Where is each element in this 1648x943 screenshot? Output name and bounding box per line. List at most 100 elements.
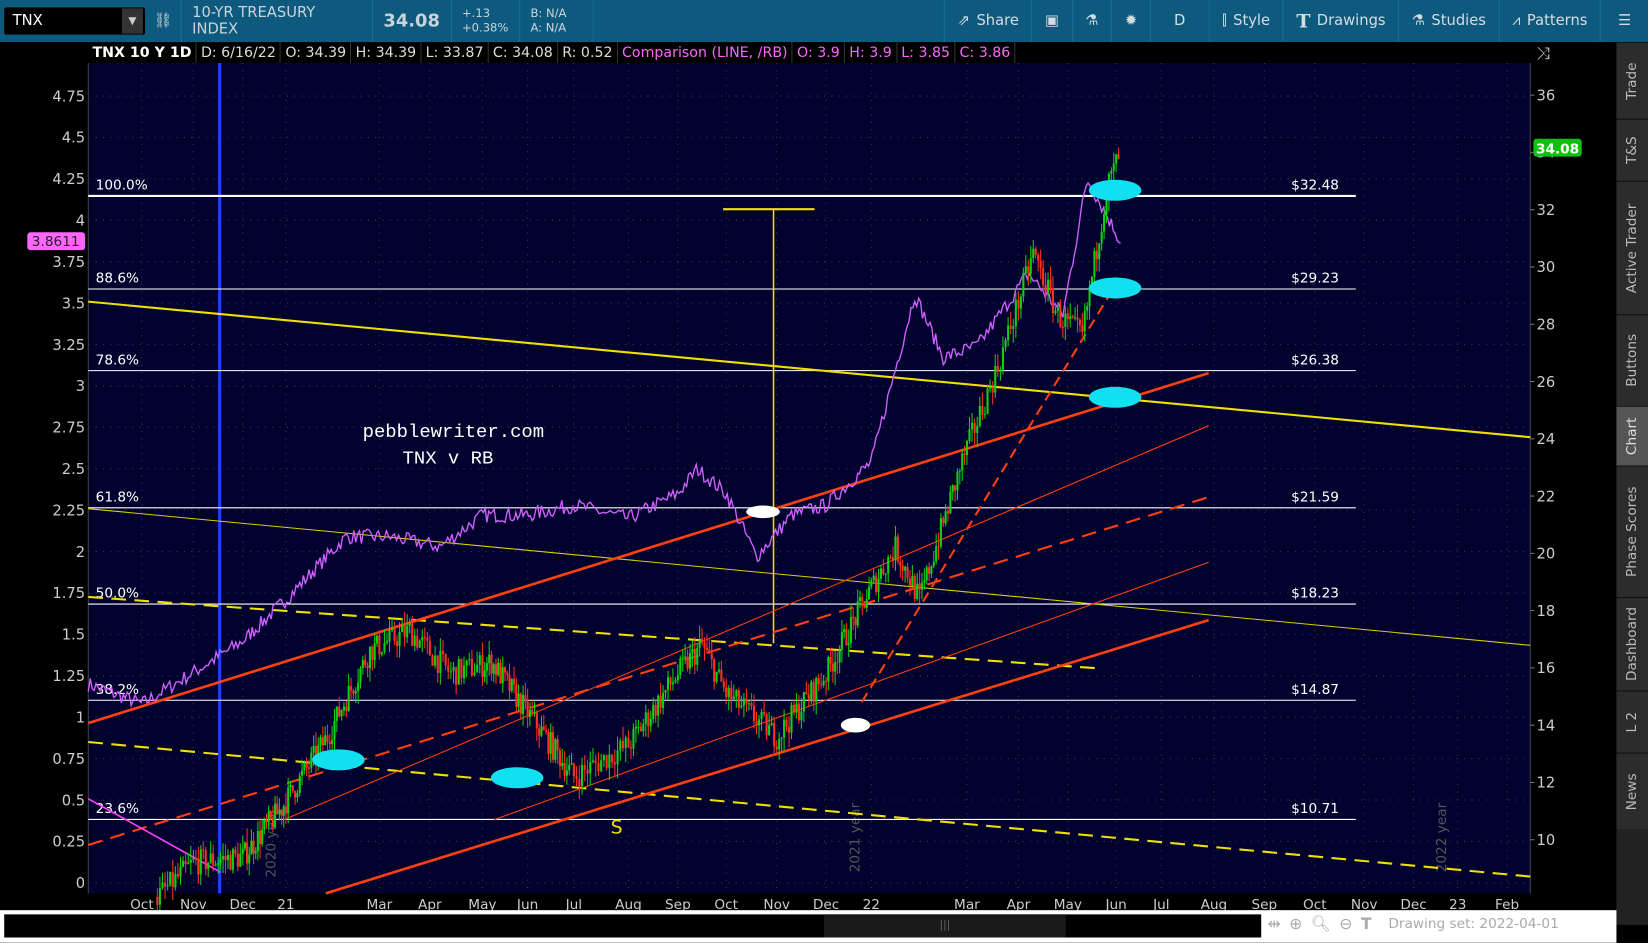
x-tick-label: 21	[277, 897, 294, 910]
candle-body	[1019, 296, 1022, 309]
candle-body	[1103, 214, 1106, 232]
right-tick-label: 36	[1537, 87, 1556, 104]
candle-body	[231, 849, 234, 870]
sidebar-tab-trade[interactable]: Trade	[1616, 42, 1648, 119]
candle-body	[991, 386, 994, 393]
candle-body	[586, 769, 589, 774]
x-tick-label: Feb	[1495, 897, 1519, 910]
candle-body	[506, 672, 509, 675]
candle-body	[637, 726, 640, 728]
candle-body	[368, 646, 372, 669]
candle-body	[551, 732, 555, 760]
candle-body	[375, 635, 379, 644]
cyan-ellipse[interactable]	[1088, 386, 1142, 408]
candle-body	[825, 680, 828, 682]
candle-body	[679, 658, 682, 676]
candle-body	[745, 698, 748, 704]
cyan-ellipse[interactable]	[312, 749, 365, 771]
candle-body	[580, 764, 584, 787]
zoom-out-icon[interactable]: ⊖	[1339, 914, 1352, 933]
candle-body	[338, 706, 341, 717]
left-tick-label: 2.5	[62, 461, 85, 478]
candle-body	[385, 641, 389, 643]
candle-body	[747, 703, 750, 705]
white-ellipse[interactable]	[840, 717, 871, 733]
candle-body	[845, 629, 848, 645]
x-tick-label: Nov	[180, 897, 207, 910]
fib-price-label: $21.59	[1291, 490, 1339, 506]
candle-body	[1112, 163, 1115, 171]
horizontal-scrollbar[interactable]: |||	[4, 914, 1262, 938]
scrollbar-thumb[interactable]: |||	[823, 914, 1066, 938]
sidebar-tab-active-trader[interactable]: Active Trader	[1616, 180, 1648, 315]
candle-body	[986, 388, 989, 414]
candle-body	[503, 667, 507, 673]
candle-body	[937, 546, 940, 548]
candle-body	[644, 712, 647, 724]
candle-body	[572, 763, 575, 777]
sidebar-tab-dashboard[interactable]: Dashboard	[1616, 596, 1648, 691]
watermark-site: pebblewriter.com	[363, 421, 545, 443]
white-ellipse[interactable]	[746, 505, 780, 519]
sidebar-tab-buttons[interactable]: Buttons	[1616, 314, 1648, 406]
candle-body	[627, 737, 630, 748]
year-label-2022: 2022 year	[1434, 802, 1450, 872]
sidebar-tab-t-s[interactable]: T&S	[1616, 118, 1648, 181]
collapse-axis-icon[interactable]: ⤨	[1537, 43, 1551, 63]
zoom-in-icon[interactable]: 🔍︎	[1311, 914, 1331, 933]
candle-body	[192, 858, 195, 860]
candle-body	[904, 566, 907, 571]
candle-body	[470, 659, 473, 676]
sidebar-tab-chart[interactable]: Chart	[1616, 405, 1648, 466]
fib-price-label: $14.87	[1291, 682, 1339, 698]
right-tick-label: 12	[1537, 775, 1556, 792]
sidebar-tab-l-2[interactable]: L 2	[1616, 690, 1648, 753]
fib-pct-label: 38.2%	[96, 682, 139, 698]
crosshair-icon[interactable]: ⊕	[1289, 914, 1302, 933]
candle-body	[939, 518, 942, 547]
pan-icon[interactable]: ⇹	[1268, 914, 1281, 933]
candle-body	[942, 518, 945, 524]
candle-body	[522, 695, 525, 714]
candle-body	[526, 698, 529, 717]
candle-body	[366, 665, 369, 669]
candle-body	[465, 660, 468, 666]
candle-body	[632, 728, 635, 749]
x-tick-label: Jun	[1104, 897, 1126, 910]
candle-body	[1029, 257, 1032, 274]
candle-body	[226, 854, 230, 860]
sidebar-tab-news[interactable]: News	[1616, 752, 1648, 830]
cyan-ellipse[interactable]	[1088, 179, 1142, 201]
candle-body	[535, 712, 538, 729]
candle-body	[209, 853, 212, 863]
time-axis[interactable]: Oct Nov Dec 21 Mar Apr May Jun Jul Aug Sep Oct Nov De…	[130, 897, 1519, 910]
candle-body	[815, 678, 818, 702]
left-tick-label: 2.75	[52, 420, 85, 437]
candle-body	[639, 726, 642, 732]
drawing-set-label[interactable]: Drawing set: 2022-04-01	[1388, 916, 1558, 932]
candle-body	[732, 696, 735, 700]
candle-body	[558, 750, 562, 767]
candle-body	[1098, 243, 1101, 260]
candle-body	[911, 576, 914, 587]
candle-body	[872, 575, 875, 581]
cyan-ellipse[interactable]	[490, 767, 544, 789]
candle-body	[691, 649, 694, 654]
left-tick-label: 1	[76, 709, 85, 726]
candle-body	[1059, 307, 1062, 327]
cyan-ellipse[interactable]	[1088, 277, 1142, 299]
price-chart[interactable]: 2020 year 2021 year 2022 year 100.0% $32.…	[0, 0, 1616, 911]
candle-body	[490, 654, 493, 674]
sidebar-tab-phase-scores[interactable]: Phase Scores	[1616, 465, 1648, 597]
candle-body	[867, 586, 871, 600]
candle-body	[284, 806, 287, 814]
candle-body	[519, 693, 522, 714]
candle-body	[792, 705, 796, 713]
fib-price-label: $32.48	[1291, 178, 1339, 194]
text-tool-icon[interactable]: T	[1361, 914, 1372, 933]
x-tick-label: Jul	[565, 897, 582, 910]
candle-body	[946, 511, 950, 514]
candle-body	[951, 485, 954, 492]
candle-body	[684, 656, 687, 659]
candle-body	[908, 578, 912, 587]
